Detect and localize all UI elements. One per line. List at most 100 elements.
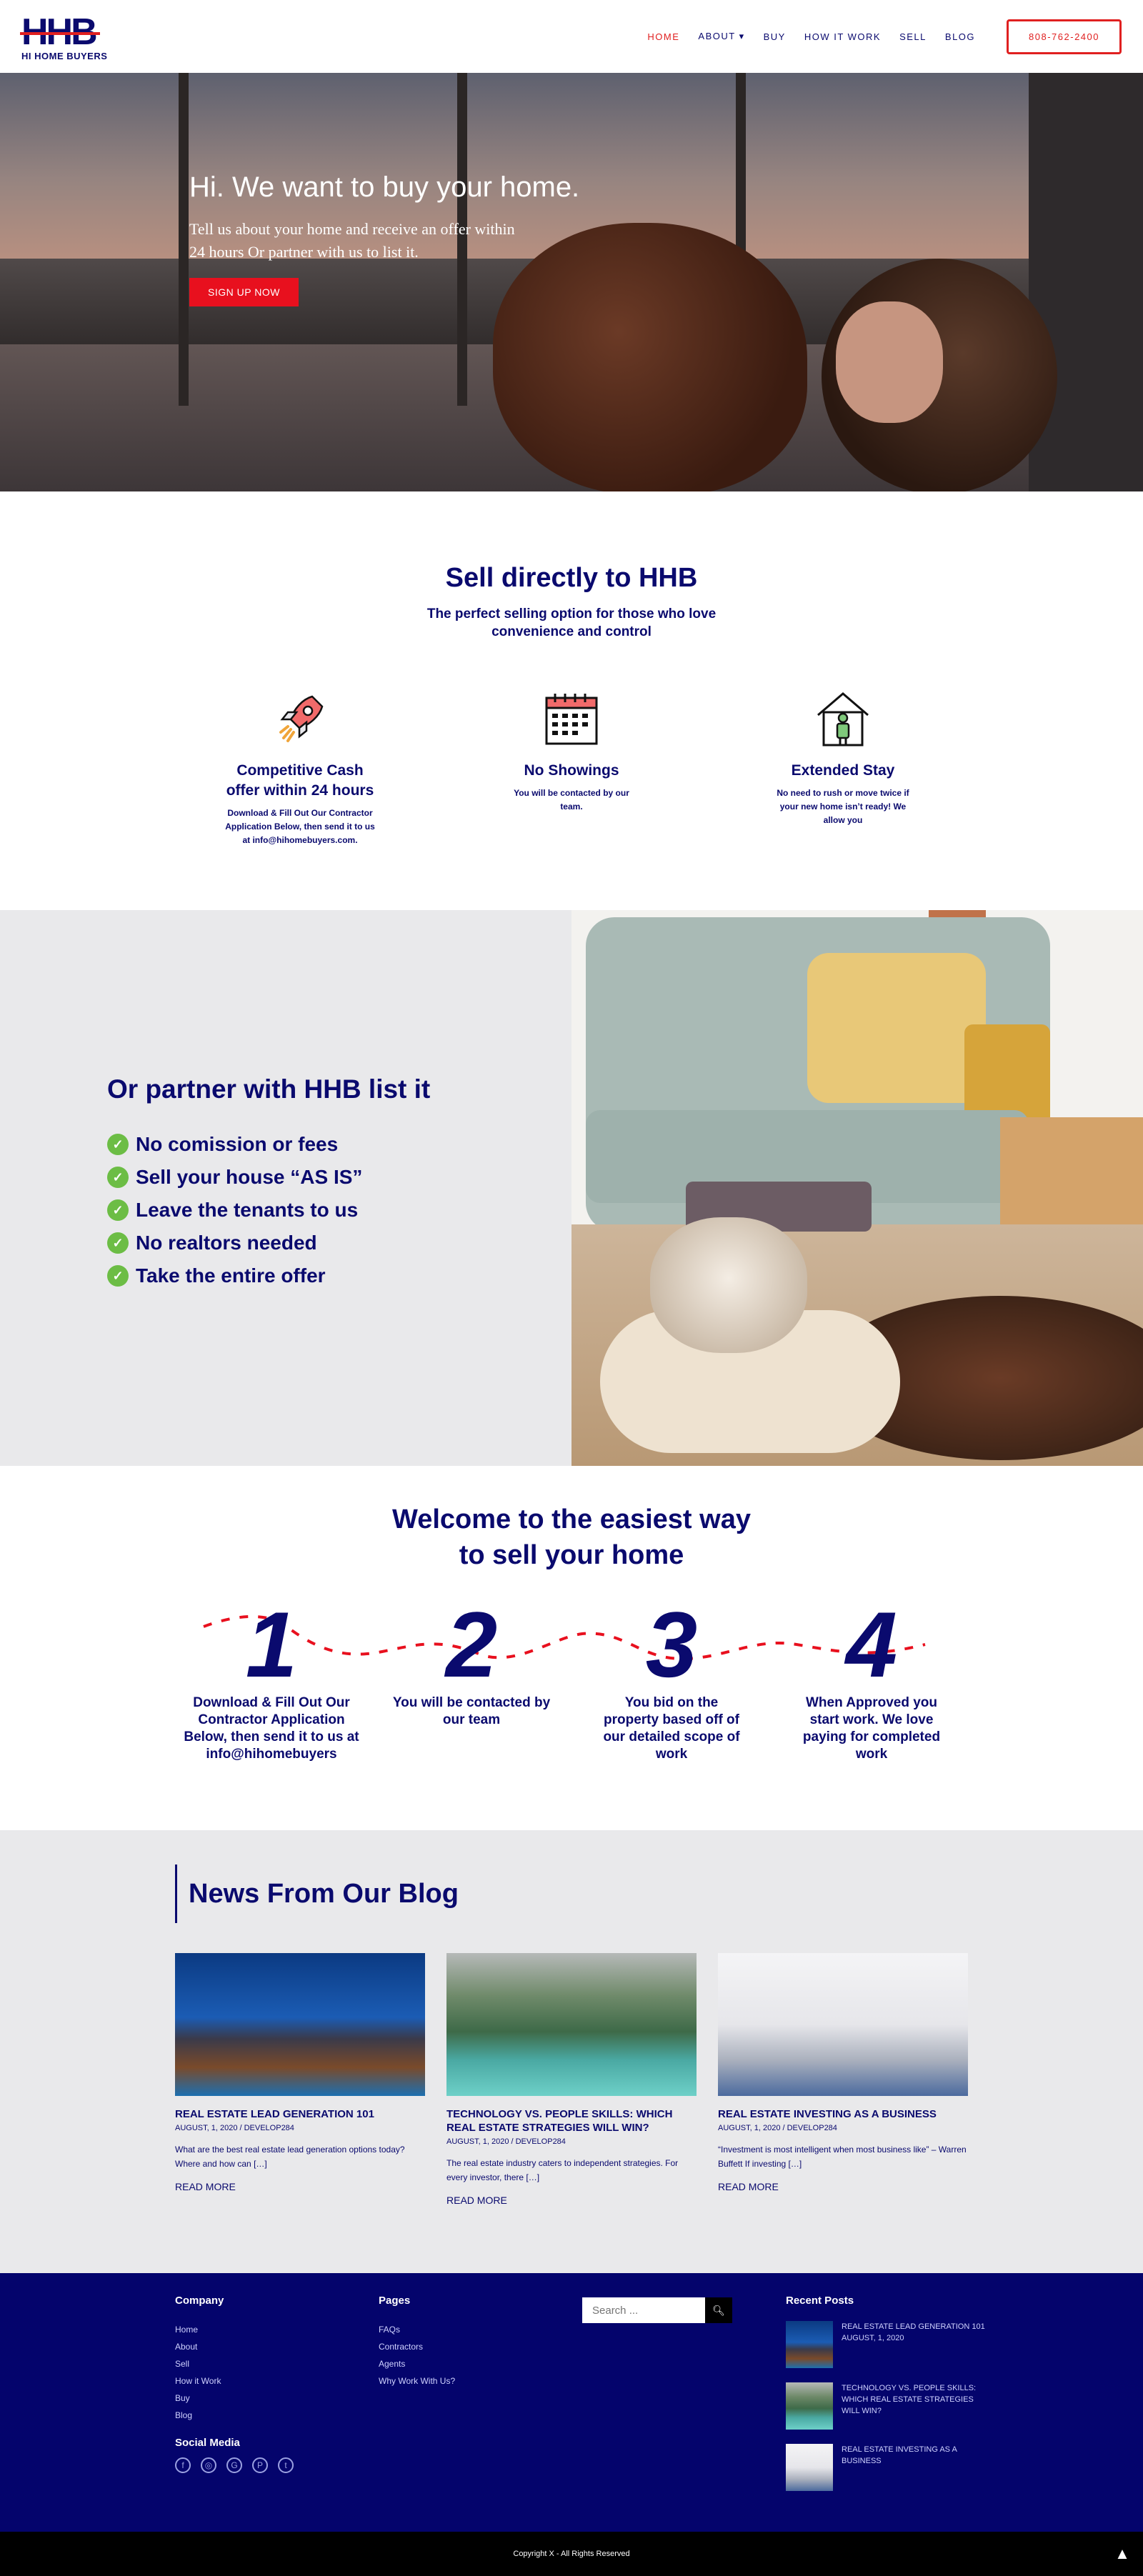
image-bulldog: [650, 1217, 807, 1353]
hero-content: Hi. We want to buy your home. Tell us ab…: [189, 171, 579, 306]
instagram-icon[interactable]: ◎: [201, 2457, 216, 2473]
post-image-meeting[interactable]: [718, 1953, 968, 2096]
footer-link-about[interactable]: About: [175, 2338, 379, 2355]
footer-link-contractors[interactable]: Contractors: [379, 2338, 582, 2355]
phone-button[interactable]: 808-762-2400: [1007, 19, 1122, 54]
sell-subtitle: The perfect selling option for those who…: [426, 606, 717, 639]
blog-heading: News From Our Blog: [175, 1864, 1143, 1923]
social-links: f ◎ G P t: [175, 2457, 379, 2473]
footer-link-faqs[interactable]: FAQs: [379, 2321, 582, 2338]
post-title[interactable]: TECHNOLOGY VS. PEOPLE SKILLS: WHICH REAL…: [446, 2107, 697, 2135]
post-image-beach[interactable]: [446, 1953, 697, 2096]
search-button[interactable]: 🔍︎: [705, 2297, 732, 2323]
post-excerpt: The real estate industry caters to indep…: [446, 2158, 679, 2182]
footer-search-column: 🔍︎: [582, 2295, 786, 2532]
step-item: 1 Download & Fill Out Our Contractor App…: [182, 1594, 361, 1763]
benefit-list: ✓ No comission or fees ✓ Sell your house “…: [107, 1133, 572, 1287]
hero-woman-face: [836, 301, 943, 423]
image-cabinet: [1000, 1117, 1143, 1224]
feature-cash-offer: Competitive Cash offer within 24 hours D…: [221, 687, 379, 847]
post-image-resort[interactable]: [175, 1953, 425, 2096]
nav-sell[interactable]: SELL: [899, 31, 927, 42]
back-to-top-icon[interactable]: ▲: [1112, 2543, 1133, 2565]
step-text: Download & Fill Out Our Contractor Appli…: [184, 1695, 359, 1762]
recent-post-thumb[interactable]: [786, 2382, 833, 2430]
partner-title: Or partner with HHB list it: [107, 1074, 431, 1104]
partner-content: Or partner with HHB list it ✓ No comissio…: [0, 910, 572, 1466]
benefit-item: ✓ No comission or fees: [107, 1133, 572, 1156]
copyright-bar: Copyright X - All Rights Reserved ▲: [0, 2532, 1143, 2576]
step-text: When Approved you start work. We love pa…: [802, 1695, 941, 1762]
nav-about[interactable]: ABOUT ▾: [698, 31, 744, 42]
site-footer: Company Home About Sell How it Work Buy …: [0, 2273, 1143, 2532]
main-nav: HOME ABOUT ▾ BUY HOW IT WORK SELL BLOG 8…: [647, 19, 1122, 54]
rocket-icon: [279, 695, 324, 742]
recent-post-text[interactable]: TECHNOLOGY VS. PEOPLE SKILLS: WHICH REAL…: [842, 2382, 989, 2430]
blog-section: News From Our Blog REAL ESTATE LEAD GENE…: [0, 1830, 1143, 2273]
recent-post[interactable]: TECHNOLOGY VS. PEOPLE SKILLS: WHICH REAL…: [786, 2382, 989, 2430]
post-meta: AUGUST, 1, 2020 / DEVELOP284: [718, 2124, 837, 2132]
recent-post[interactable]: REAL ESTATE LEAD GENERATION 101 AUGUST, …: [786, 2321, 989, 2368]
recent-post-text[interactable]: REAL ESTATE LEAD GENERATION 101 AUGUST, …: [842, 2321, 985, 2368]
footer-link-agents[interactable]: Agents: [379, 2355, 582, 2372]
sign-up-button[interactable]: SIGN UP NOW: [189, 278, 299, 306]
benefit-item: ✓ Sell your house “AS IS”: [107, 1166, 572, 1189]
footer-link-home[interactable]: Home: [175, 2321, 379, 2338]
benefit-item: ✓ Take the entire offer: [107, 1264, 572, 1287]
google-plus-icon[interactable]: G: [226, 2457, 242, 2473]
recent-post-thumb[interactable]: [786, 2444, 833, 2491]
post-excerpt: What are the best real estate lead gener…: [175, 2145, 405, 2169]
hero-dark-panel: [1029, 73, 1143, 491]
nav-buy[interactable]: BUY: [764, 31, 786, 42]
step-number: 3: [645, 1592, 698, 1697]
footer-link-blog[interactable]: Blog: [175, 2407, 379, 2424]
partner-section: Or partner with HHB list it ✓ No comissio…: [0, 910, 1143, 1466]
step-text: You will be contacted by our team: [392, 1695, 551, 1727]
search-icon: 🔍︎: [712, 2304, 725, 2316]
recent-post-text[interactable]: REAL ESTATE INVESTING AS A BUSINESS: [842, 2444, 989, 2491]
post-excerpt: “Investment is most intelligent when mos…: [718, 2145, 967, 2169]
nav-how-it-work[interactable]: HOW IT WORK: [804, 31, 881, 42]
benefit-item: ✓ Leave the tenants to us: [107, 1199, 572, 1222]
pinterest-icon[interactable]: P: [252, 2457, 268, 2473]
footer-link-why-work-with-us[interactable]: Why Work With Us?: [379, 2372, 582, 2390]
check-icon: ✓: [107, 1199, 129, 1221]
check-icon: ✓: [107, 1232, 129, 1254]
post-title[interactable]: REAL ESTATE LEAD GENERATION 101: [175, 2107, 425, 2121]
feature-list: Competitive Cash offer within 24 hours D…: [0, 687, 1143, 847]
search-input[interactable]: [582, 2297, 705, 2323]
step-text: You bid on the property based off of our…: [603, 1695, 740, 1762]
nav-home[interactable]: HOME: [647, 31, 679, 42]
footer-company-column: Company Home About Sell How it Work Buy …: [175, 2295, 379, 2532]
read-more-link[interactable]: READ MORE: [446, 2195, 697, 2206]
sell-title: Sell directly to HHB: [445, 563, 698, 593]
footer-heading: Social Media: [175, 2437, 240, 2449]
footer-heading: Recent Posts: [786, 2295, 854, 2307]
window-frame: [179, 73, 189, 406]
footer-link-buy[interactable]: Buy: [175, 2390, 379, 2407]
benefit-item: ✓ No realtors needed: [107, 1232, 572, 1254]
footer-recent-column: Recent Posts REAL ESTATE LEAD GENERATION…: [786, 2295, 989, 2532]
step-number: 1: [245, 1592, 298, 1697]
nav-blog[interactable]: BLOG: [945, 31, 975, 42]
recent-post[interactable]: REAL ESTATE INVESTING AS A BUSINESS: [786, 2444, 989, 2491]
footer-link-sell[interactable]: Sell: [175, 2355, 379, 2372]
check-icon: ✓: [107, 1265, 129, 1287]
read-more-link[interactable]: READ MORE: [718, 2181, 968, 2192]
check-icon: ✓: [107, 1134, 129, 1155]
blog-post: TECHNOLOGY VS. PEOPLE SKILLS: WHICH REAL…: [446, 1953, 697, 2206]
living-room-image: [572, 910, 1143, 1466]
footer-link-how-it-work[interactable]: How it Work: [175, 2372, 379, 2390]
footer-heading: Pages: [379, 2295, 411, 2307]
feature-text: You will be contacted by our team.: [514, 788, 629, 812]
facebook-icon[interactable]: f: [175, 2457, 191, 2473]
logo[interactable]: HHB HI HOME BUYERS: [20, 12, 107, 61]
image-pillow: [807, 953, 986, 1103]
read-more-link[interactable]: READ MORE: [175, 2181, 425, 2192]
post-title[interactable]: REAL ESTATE INVESTING AS A BUSINESS: [718, 2107, 968, 2121]
blog-post: REAL ESTATE LEAD GENERATION 101 AUGUST, …: [175, 1953, 425, 2206]
steps-row: 1 Download & Fill Out Our Contractor App…: [182, 1594, 961, 1763]
feature-title: Extended Stay: [791, 762, 895, 779]
recent-post-thumb[interactable]: [786, 2321, 833, 2368]
twitter-icon[interactable]: t: [278, 2457, 294, 2473]
